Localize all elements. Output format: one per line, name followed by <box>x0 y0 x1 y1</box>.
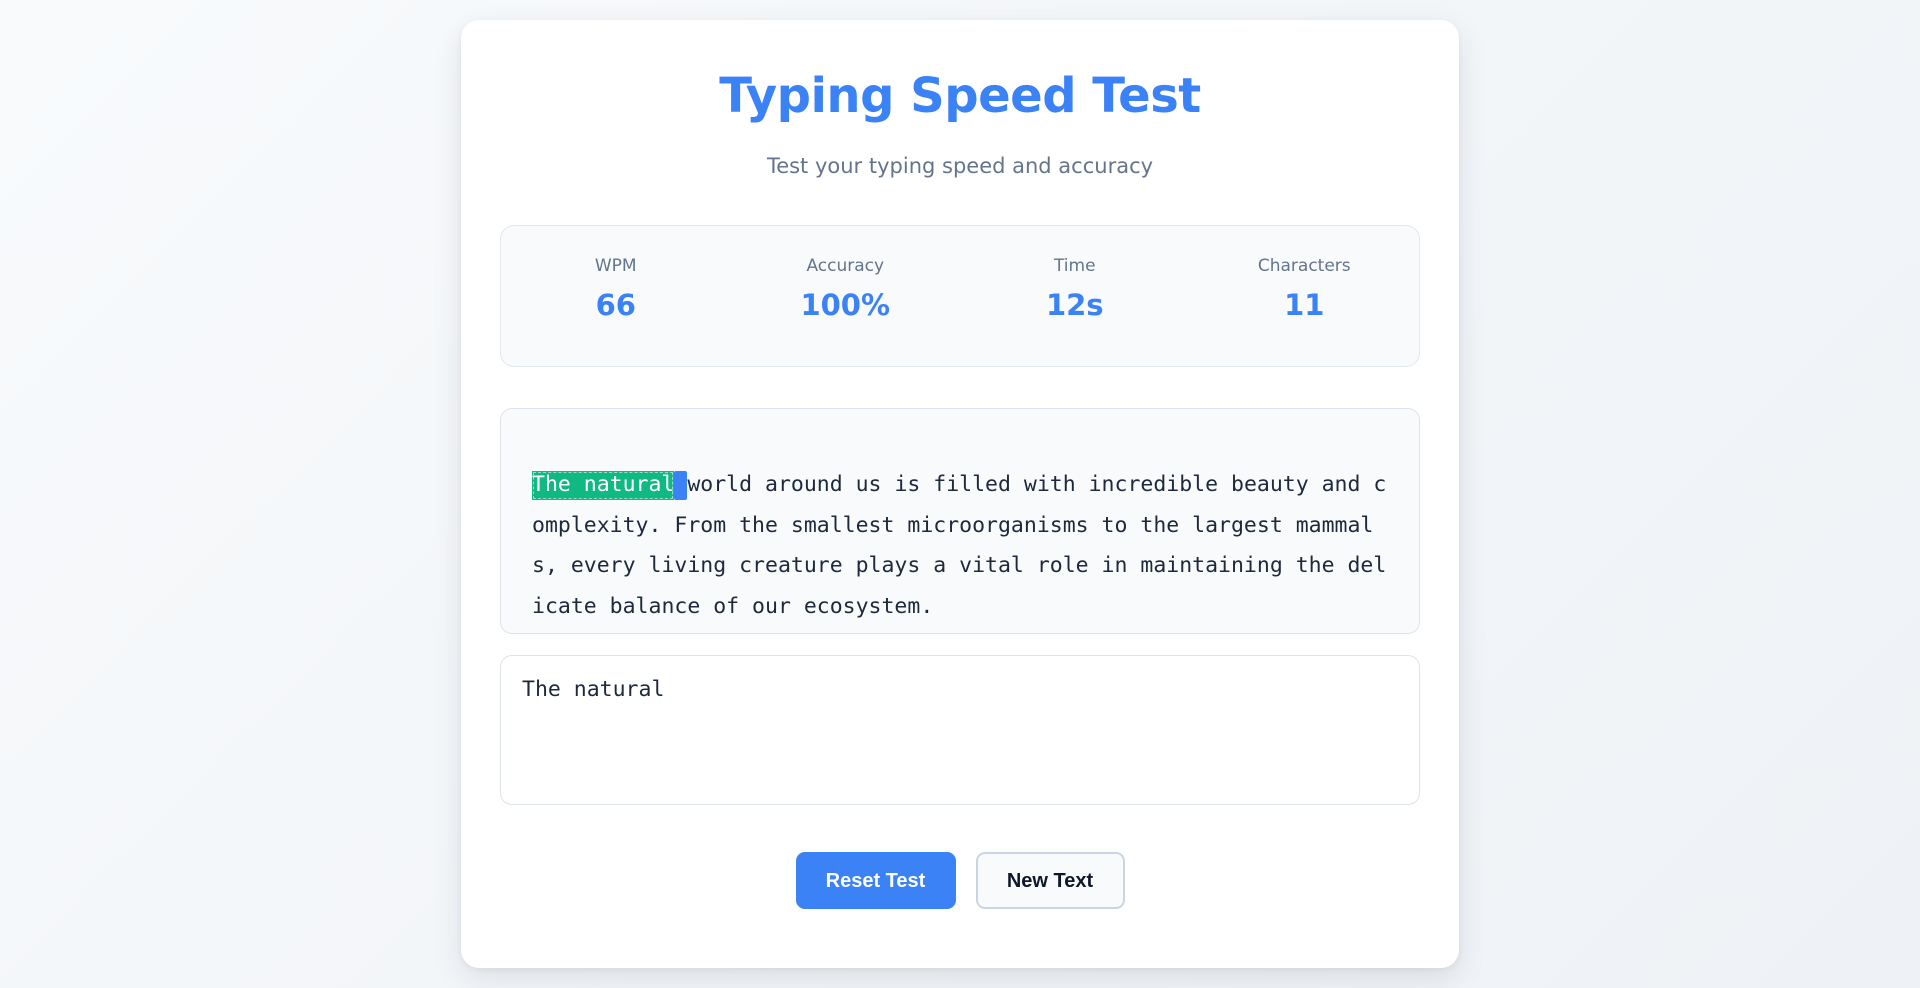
typing-input[interactable]: The natural <box>500 655 1420 805</box>
reset-test-button[interactable]: Reset Test <box>795 852 956 909</box>
button-row: Reset Test New Text <box>461 852 1459 909</box>
stat-accuracy-value: 100% <box>800 288 891 322</box>
stat-wpm-value: 66 <box>595 288 636 322</box>
stat-characters: Characters 11 <box>1190 226 1420 366</box>
page-title: Typing Speed Test <box>719 68 1201 124</box>
stats-panel: WPM 66 Accuracy 100% Time 12s Characters… <box>500 225 1420 367</box>
stat-time-label: Time <box>1053 256 1096 276</box>
page-subtitle: Test your typing speed and accuracy <box>766 154 1154 178</box>
stat-wpm: WPM 66 <box>501 226 731 366</box>
passage-current-char <box>674 471 688 500</box>
new-text-button[interactable]: New Text <box>975 852 1125 909</box>
stat-time-value: 12s <box>1045 288 1104 322</box>
stat-accuracy-label: Accuracy <box>806 256 885 276</box>
stat-characters-label: Characters <box>1257 256 1351 276</box>
passage-typed-text: The natural <box>532 471 675 500</box>
stat-time: Time 12s <box>960 226 1190 366</box>
stat-wpm-label: WPM <box>594 256 637 276</box>
typing-test-card: Typing Speed Test Test your typing speed… <box>461 20 1459 968</box>
passage-display: The natural world around us is filled wi… <box>500 408 1420 634</box>
stat-accuracy: Accuracy 100% <box>731 226 961 366</box>
stat-characters-value: 11 <box>1284 288 1325 322</box>
